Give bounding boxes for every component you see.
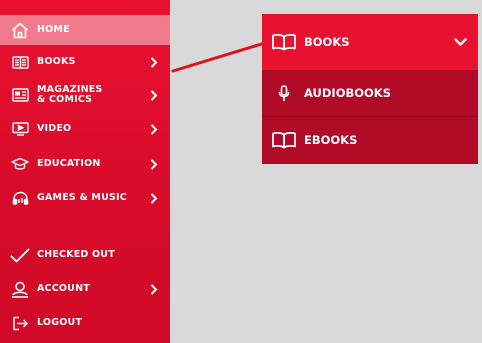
video-icon [10,120,30,138]
sidebar-item-label: GAMES & MUSIC [37,192,127,203]
submenu-item-ebooks[interactable]: EBOOKS [262,117,478,163]
home-icon [10,21,30,39]
sidebar-item-books[interactable]: BOOKS [0,47,170,77]
checkmark-icon [10,246,30,264]
submenu-header-label: BOOKS [304,35,350,49]
submenu-header-books[interactable]: BOOKS [262,14,478,70]
user-icon [10,280,30,298]
sidebar: HOME BOOKS MAGAZINES & COMICS VIDEO EDUC… [0,0,170,343]
sidebar-item-label: MAGAZINES & COMICS [37,84,103,105]
chevron-right-icon [148,158,160,170]
microphone-icon [270,82,298,104]
logout-icon [10,314,30,332]
sidebar-item-education[interactable]: EDUCATION [0,149,170,179]
sidebar-item-label: BOOKS [37,56,76,67]
chevron-right-icon [148,283,160,295]
sidebar-item-label: EDUCATION [37,158,101,169]
open-book-icon [270,129,298,151]
chevron-right-icon [148,89,160,101]
submenu-item-label: AUDIOBOOKS [304,86,391,100]
open-book-icon [270,31,298,53]
sidebar-item-account[interactable]: ACCOUNT [0,274,170,304]
chevron-right-icon [148,192,160,204]
books-submenu: BOOKS AUDIOBOOKS EBOOKS [262,14,478,164]
sidebar-item-magazines-comics[interactable]: MAGAZINES & COMICS [0,80,170,110]
sidebar-item-games-music[interactable]: GAMES & MUSIC [0,183,170,213]
sidebar-item-label: VIDEO [37,123,72,134]
headphones-icon [10,189,30,207]
chevron-right-icon [148,123,160,135]
graduation-cap-icon [10,155,30,173]
submenu-item-audiobooks[interactable]: AUDIOBOOKS [262,70,478,116]
chevron-down-icon[interactable] [452,34,468,50]
sidebar-item-label: LOGOUT [37,317,83,328]
sidebar-item-home[interactable]: HOME [0,15,170,45]
submenu-item-label: EBOOKS [304,133,358,147]
chevron-right-icon [148,56,160,68]
sidebar-item-label: ACCOUNT [37,283,90,294]
sidebar-item-checked-out[interactable]: CHECKED OUT [0,240,170,270]
sidebar-item-logout[interactable]: LOGOUT [0,308,170,338]
sidebar-item-video[interactable]: VIDEO [0,114,170,144]
sidebar-item-label: HOME [37,24,70,35]
book-grid-icon [10,53,30,71]
magazine-icon [10,86,30,104]
sidebar-item-label: CHECKED OUT [37,249,115,260]
